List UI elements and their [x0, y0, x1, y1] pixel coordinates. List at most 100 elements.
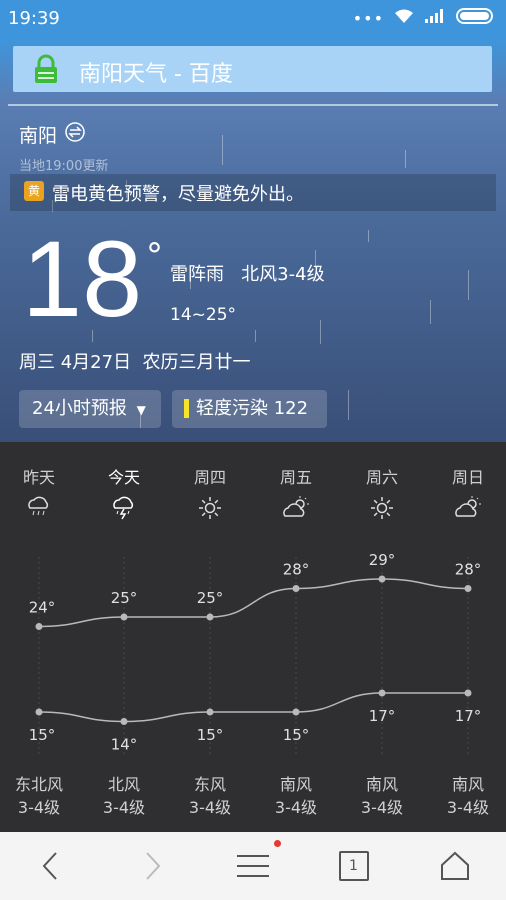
day-name: 周日	[451, 468, 484, 487]
high-temp-label: 28°	[283, 561, 310, 579]
sun-icon	[339, 494, 425, 522]
temperature-chart: 24° 25° 25° 28° 29° 28° 15° 14° 15° 15° 17° 17°	[29, 551, 482, 757]
current-date: 周三 4月27日 农历三月廿一	[19, 352, 251, 373]
wind-level: 3-4级	[17, 798, 61, 817]
sun-icon	[167, 494, 253, 522]
thunder-rain-icon	[81, 494, 167, 522]
low-temp-label: 14°	[111, 736, 138, 754]
rain-streak	[320, 320, 321, 344]
rain-streak	[468, 270, 469, 300]
forecast-day: 周五	[253, 442, 339, 522]
back-button[interactable]	[0, 832, 101, 900]
wind-level: 3-4级	[102, 798, 146, 817]
low-temp-point	[35, 708, 43, 716]
partly-cloudy-icon	[253, 494, 339, 522]
low-temp-label: 17°	[455, 707, 482, 725]
aqi-indicator	[184, 399, 189, 418]
tabs-button[interactable]: 1	[303, 832, 404, 900]
home-button[interactable]	[404, 832, 505, 900]
forecast-day: 昨天	[0, 442, 82, 522]
status-time: 19:39	[8, 8, 60, 29]
day-name: 周四	[193, 468, 226, 487]
wind-level: 3-4级	[188, 798, 232, 817]
high-temp-label: 25°	[111, 589, 138, 607]
wind-level: 3-4级	[446, 798, 490, 817]
temperature-range: 14~25°	[170, 305, 237, 325]
high-temp-point	[206, 613, 214, 621]
notification-dot	[274, 840, 281, 847]
city-name: 南阳	[19, 125, 58, 147]
city-selector[interactable]: 南阳	[19, 121, 85, 148]
high-temp-label: 25°	[197, 589, 224, 607]
day-name: 昨天	[22, 468, 55, 487]
degree-symbol: °	[146, 236, 163, 276]
high-temp-point	[120, 613, 128, 621]
wind-direction: 南风	[451, 775, 484, 794]
wind-info: 东风 3-4级	[167, 773, 253, 819]
wind-info: 南风 3-4级	[339, 773, 425, 819]
low-temp-label: 15°	[29, 726, 56, 744]
wifi-icon	[394, 8, 414, 28]
high-temp-point	[378, 575, 386, 583]
day-name: 周五	[279, 468, 312, 487]
wind-info: 北风 3-4级	[81, 773, 167, 819]
back-icon	[42, 852, 57, 880]
wind-direction: 南风	[365, 775, 398, 794]
rain-cloud-icon	[0, 494, 82, 522]
rain-streak	[222, 135, 223, 165]
lock-icon	[33, 54, 59, 88]
more-dots-icon: •••	[352, 8, 384, 28]
low-temp-line	[38, 692, 468, 723]
air-quality-button[interactable]: 轻度污染 122	[172, 390, 327, 428]
page-title: 南阳天气 - 百度	[79, 62, 233, 87]
switch-city-icon[interactable]	[65, 122, 85, 147]
address-bar[interactable]: 南阳天气 - 百度	[13, 46, 492, 92]
wind-direction: 东风	[193, 775, 226, 794]
tabs-icon: 1	[338, 851, 369, 881]
forward-icon	[145, 852, 160, 880]
dropdown-caret-icon: ▼	[136, 403, 146, 417]
current-condition: 雷阵雨 北风3-4级	[170, 264, 325, 285]
high-temp-label: 29°	[369, 551, 396, 569]
low-temp-point	[206, 708, 214, 716]
rain-streak	[255, 330, 256, 342]
high-temp-label: 24°	[29, 599, 56, 617]
hourly-forecast-button[interactable]: 24小时预报 ▼	[19, 390, 161, 428]
low-temp-point	[464, 689, 472, 697]
forecast-day: 今天	[81, 442, 167, 522]
forward-button[interactable]	[101, 832, 202, 900]
wind-level: 3-4级	[360, 798, 404, 817]
day-name: 周六	[365, 468, 398, 487]
signal-icon	[424, 8, 446, 28]
rain-streak	[405, 150, 406, 168]
forecast-day: 周日	[425, 442, 506, 522]
day-name: 今天	[107, 468, 140, 487]
status-bar: 19:39 •••	[0, 0, 506, 38]
menu-icon	[236, 855, 269, 877]
low-temp-label: 17°	[369, 707, 396, 725]
current-temperature: 18	[22, 218, 143, 339]
alert-text: 雷电黄色预警，尽量避免外出。	[52, 184, 304, 205]
low-temp-point	[378, 689, 386, 697]
rain-streak	[368, 230, 369, 242]
aqi-label: 轻度污染 122	[196, 398, 309, 419]
bottom-nav: 1	[0, 832, 506, 900]
wind-info: 东北风 3-4级	[0, 773, 82, 819]
low-temp-point	[120, 718, 128, 725]
wind-direction: 东北风	[14, 775, 63, 794]
forecast-panel: 昨天 今天 周四 周五 周六 周日 24° 25° 25° 28° 29° 28° 15° 14° 15°…	[0, 442, 506, 832]
rain-streak	[348, 390, 349, 420]
home-icon	[440, 851, 469, 880]
weather-alert[interactable]: 黄 雷电黄色预警，尽量避免外出。	[10, 174, 496, 211]
forecast-day: 周六	[339, 442, 425, 522]
high-temp-label: 28°	[455, 561, 482, 579]
forecast-day: 周四	[167, 442, 253, 522]
low-temp-label: 15°	[283, 726, 310, 744]
wind-direction: 南风	[279, 775, 312, 794]
partly-cloudy-icon	[425, 494, 506, 522]
menu-button[interactable]	[202, 832, 303, 900]
wind-info: 南风 3-4级	[425, 773, 506, 819]
high-temp-point	[292, 585, 300, 592]
wind-level: 3-4级	[274, 798, 318, 817]
divider	[8, 104, 498, 106]
